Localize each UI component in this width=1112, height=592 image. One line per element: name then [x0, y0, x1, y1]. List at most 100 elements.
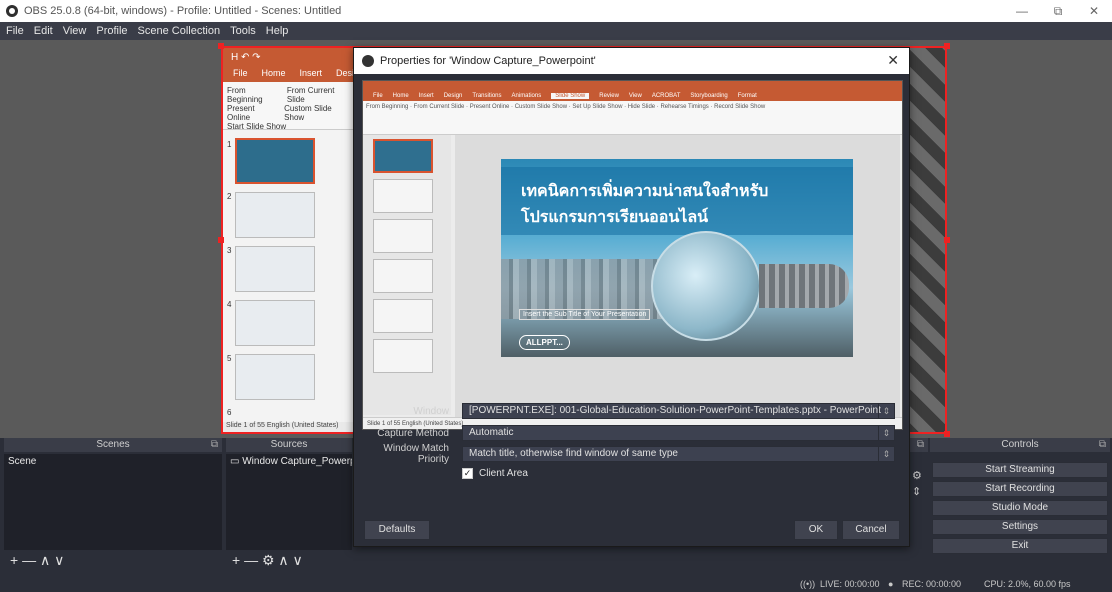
resize-handle[interactable] — [944, 431, 950, 437]
dialog-titlebar: Properties for 'Window Capture_Powerpoin… — [354, 48, 909, 74]
ppt-tab: Design — [336, 68, 353, 78]
window-match-priority-row: Window Match Priority Match title, other… — [354, 443, 911, 465]
rec-icon: ● — [888, 579, 894, 589]
resize-handle[interactable] — [944, 237, 950, 243]
menu-edit[interactable]: Edit — [34, 25, 53, 37]
sources-dock: Sources ▭ Window Capture_Powerpoi + — ⚙ … — [226, 438, 352, 570]
menu-profile[interactable]: Profile — [96, 25, 127, 37]
preview-slide: เทคนิคการเพิ่มความน่าสนใจสำหรับ โปรแกรมก… — [501, 159, 853, 357]
thumb-number: 2 — [227, 192, 232, 201]
ppt-ribbon-item: From Beginning — [227, 86, 263, 104]
scenes-dock-header: Scenes ⧉ — [4, 438, 222, 452]
preview-ppt-tab: Review — [599, 93, 619, 99]
undock-icon[interactable]: ⧉ — [917, 438, 924, 452]
client-area-checkbox[interactable]: ✓ — [462, 468, 473, 479]
rec-time: REC: 00:00:00 — [902, 579, 962, 589]
undock-icon[interactable]: ⧉ — [1099, 438, 1106, 452]
cancel-button[interactable]: Cancel — [842, 520, 900, 540]
preview-ppt-tab: Insert — [418, 93, 434, 99]
ppt-statusbar: Slide 1 of 55 English (United States) — [223, 422, 353, 432]
mixer-settings-icons[interactable]: ⚙ ⇕ — [912, 468, 922, 500]
window-match-priority-select[interactable]: Match title, otherwise find window of sa… — [462, 446, 895, 462]
client-area-label: Client Area — [479, 468, 528, 479]
window-label: Window — [413, 405, 449, 417]
maximize-button[interactable]: ⧉ — [1040, 0, 1076, 22]
preview-ppt-tab: Animations — [511, 93, 542, 99]
menu-tools[interactable]: Tools — [230, 25, 256, 37]
live-time: LIVE: 00:00:00 — [820, 579, 880, 589]
settings-button[interactable]: Settings — [932, 519, 1108, 535]
window-controls: — ⧉ ✕ — [1004, 0, 1112, 22]
slide-thumbnail — [235, 354, 315, 400]
ppt-tab: Insert — [299, 68, 323, 78]
start-streaming-button[interactable]: Start Streaming — [932, 462, 1108, 478]
undock-icon[interactable]: ⧉ — [211, 438, 218, 452]
source-preview: File Home Insert Design Transitions Anim… — [362, 80, 903, 430]
captured-powerpoint-window: H ↶ ↷ File Home Insert Design From Begin… — [223, 48, 353, 432]
menu-file[interactable]: File — [6, 25, 24, 37]
preview-ppt-tab: Transitions — [472, 93, 502, 99]
slide-subtitle: Insert the Sub Title of Your Presentatio… — [519, 309, 651, 320]
ppt-ribbon: From Beginning From Current Slide Presen… — [223, 82, 353, 131]
cpu-fps: CPU: 2.0%, 60.00 fps — [984, 579, 1071, 589]
ppt-tab: Home — [261, 68, 286, 78]
slide-thumbnail — [235, 138, 315, 184]
window-row: Window [POWERPNT.EXE]: 001-Global-Educat… — [354, 402, 911, 420]
capture-method-select[interactable]: Automatic ⇕ — [462, 425, 895, 441]
resize-handle[interactable] — [218, 43, 224, 49]
window-title: OBS 25.0.8 (64-bit, windows) - Profile: … — [24, 5, 342, 17]
window-titlebar: OBS 25.0.8 (64-bit, windows) - Profile: … — [0, 0, 1112, 22]
preview-slide-thumbnail — [373, 179, 433, 213]
dialog-close-button[interactable]: ✕ — [887, 52, 899, 69]
sources-toolbar[interactable]: + — ⚙ ∧ ∨ — [226, 550, 352, 570]
preview-ppt-tabs: File Home Insert Design Transitions Anim… — [363, 91, 902, 101]
preview-slide-thumbnail — [373, 299, 433, 333]
updown-arrow-icon: ⇕ — [878, 447, 894, 461]
thumb-number: 1 — [227, 140, 232, 149]
minimize-button[interactable]: — — [1004, 0, 1040, 22]
live-icon: ((•)) — [800, 579, 816, 589]
window-match-priority-value: Match title, otherwise find window of sa… — [469, 448, 678, 459]
scenes-title: Scenes — [96, 439, 130, 450]
window-select-value: [POWERPNT.EXE]: 001-Global-Education-Sol… — [469, 405, 881, 416]
slide-logo: ALLPPT... — [519, 335, 570, 350]
scenes-dock: Scenes ⧉ Scene + — ∧ ∨ — [4, 438, 222, 570]
client-area-option[interactable]: ✓ Client Area — [462, 468, 528, 479]
window-select[interactable]: [POWERPNT.EXE]: 001-Global-Education-Sol… — [462, 403, 895, 419]
start-recording-button[interactable]: Start Recording — [932, 481, 1108, 497]
capture-method-label: Capture Method — [377, 427, 449, 439]
scenes-list[interactable]: Scene — [4, 454, 222, 550]
preview-ppt-ribbon: From Beginning · From Current Slide · Pr… — [363, 101, 902, 135]
resize-handle[interactable] — [944, 43, 950, 49]
ok-button[interactable]: OK — [794, 520, 838, 540]
preview-ppt-tab: Storyboarding — [690, 93, 728, 99]
slide-title-line-2: โปรแกรมการเรียนออนไลน์ — [521, 209, 709, 226]
ppt-ribbon-group: Start Slide Show — [227, 122, 287, 131]
resize-handle[interactable] — [218, 237, 224, 243]
controls-dock-header: Controls ⧉ — [930, 438, 1110, 452]
slide-thumbnail — [235, 300, 315, 346]
scenes-toolbar[interactable]: + — ∧ ∨ — [4, 550, 222, 570]
preview-slide-thumbnail — [373, 339, 433, 373]
preview-slide-thumbnail — [373, 259, 433, 293]
slide-thumbnail — [235, 246, 315, 292]
studio-mode-button[interactable]: Studio Mode — [932, 500, 1108, 516]
sources-list[interactable]: ▭ Window Capture_Powerpoi — [226, 454, 352, 550]
status-bar: ((•)) LIVE: 00:00:00 ● REC: 00:00:00 CPU… — [0, 576, 1112, 592]
lightbulb-image — [651, 231, 761, 341]
scene-item[interactable]: Scene — [4, 454, 222, 469]
capture-method-value: Automatic — [469, 427, 514, 438]
menu-help[interactable]: Help — [266, 25, 289, 37]
source-item[interactable]: ▭ Window Capture_Powerpoi — [226, 454, 352, 469]
exit-button[interactable]: Exit — [932, 538, 1108, 554]
obs-logo-icon — [6, 5, 18, 17]
defaults-button[interactable]: Defaults — [364, 520, 430, 540]
bulb-socket-image — [759, 264, 849, 308]
preview-slide-thumbnail — [373, 219, 433, 253]
menu-scene-collection[interactable]: Scene Collection — [138, 25, 221, 37]
preview-ppt-tab: Design — [443, 93, 463, 99]
preview-ppt-tab: Slide Show — [551, 93, 590, 99]
preview-ppt-titlebar — [363, 81, 902, 91]
menu-view[interactable]: View — [63, 25, 87, 37]
close-button[interactable]: ✕ — [1076, 0, 1112, 22]
